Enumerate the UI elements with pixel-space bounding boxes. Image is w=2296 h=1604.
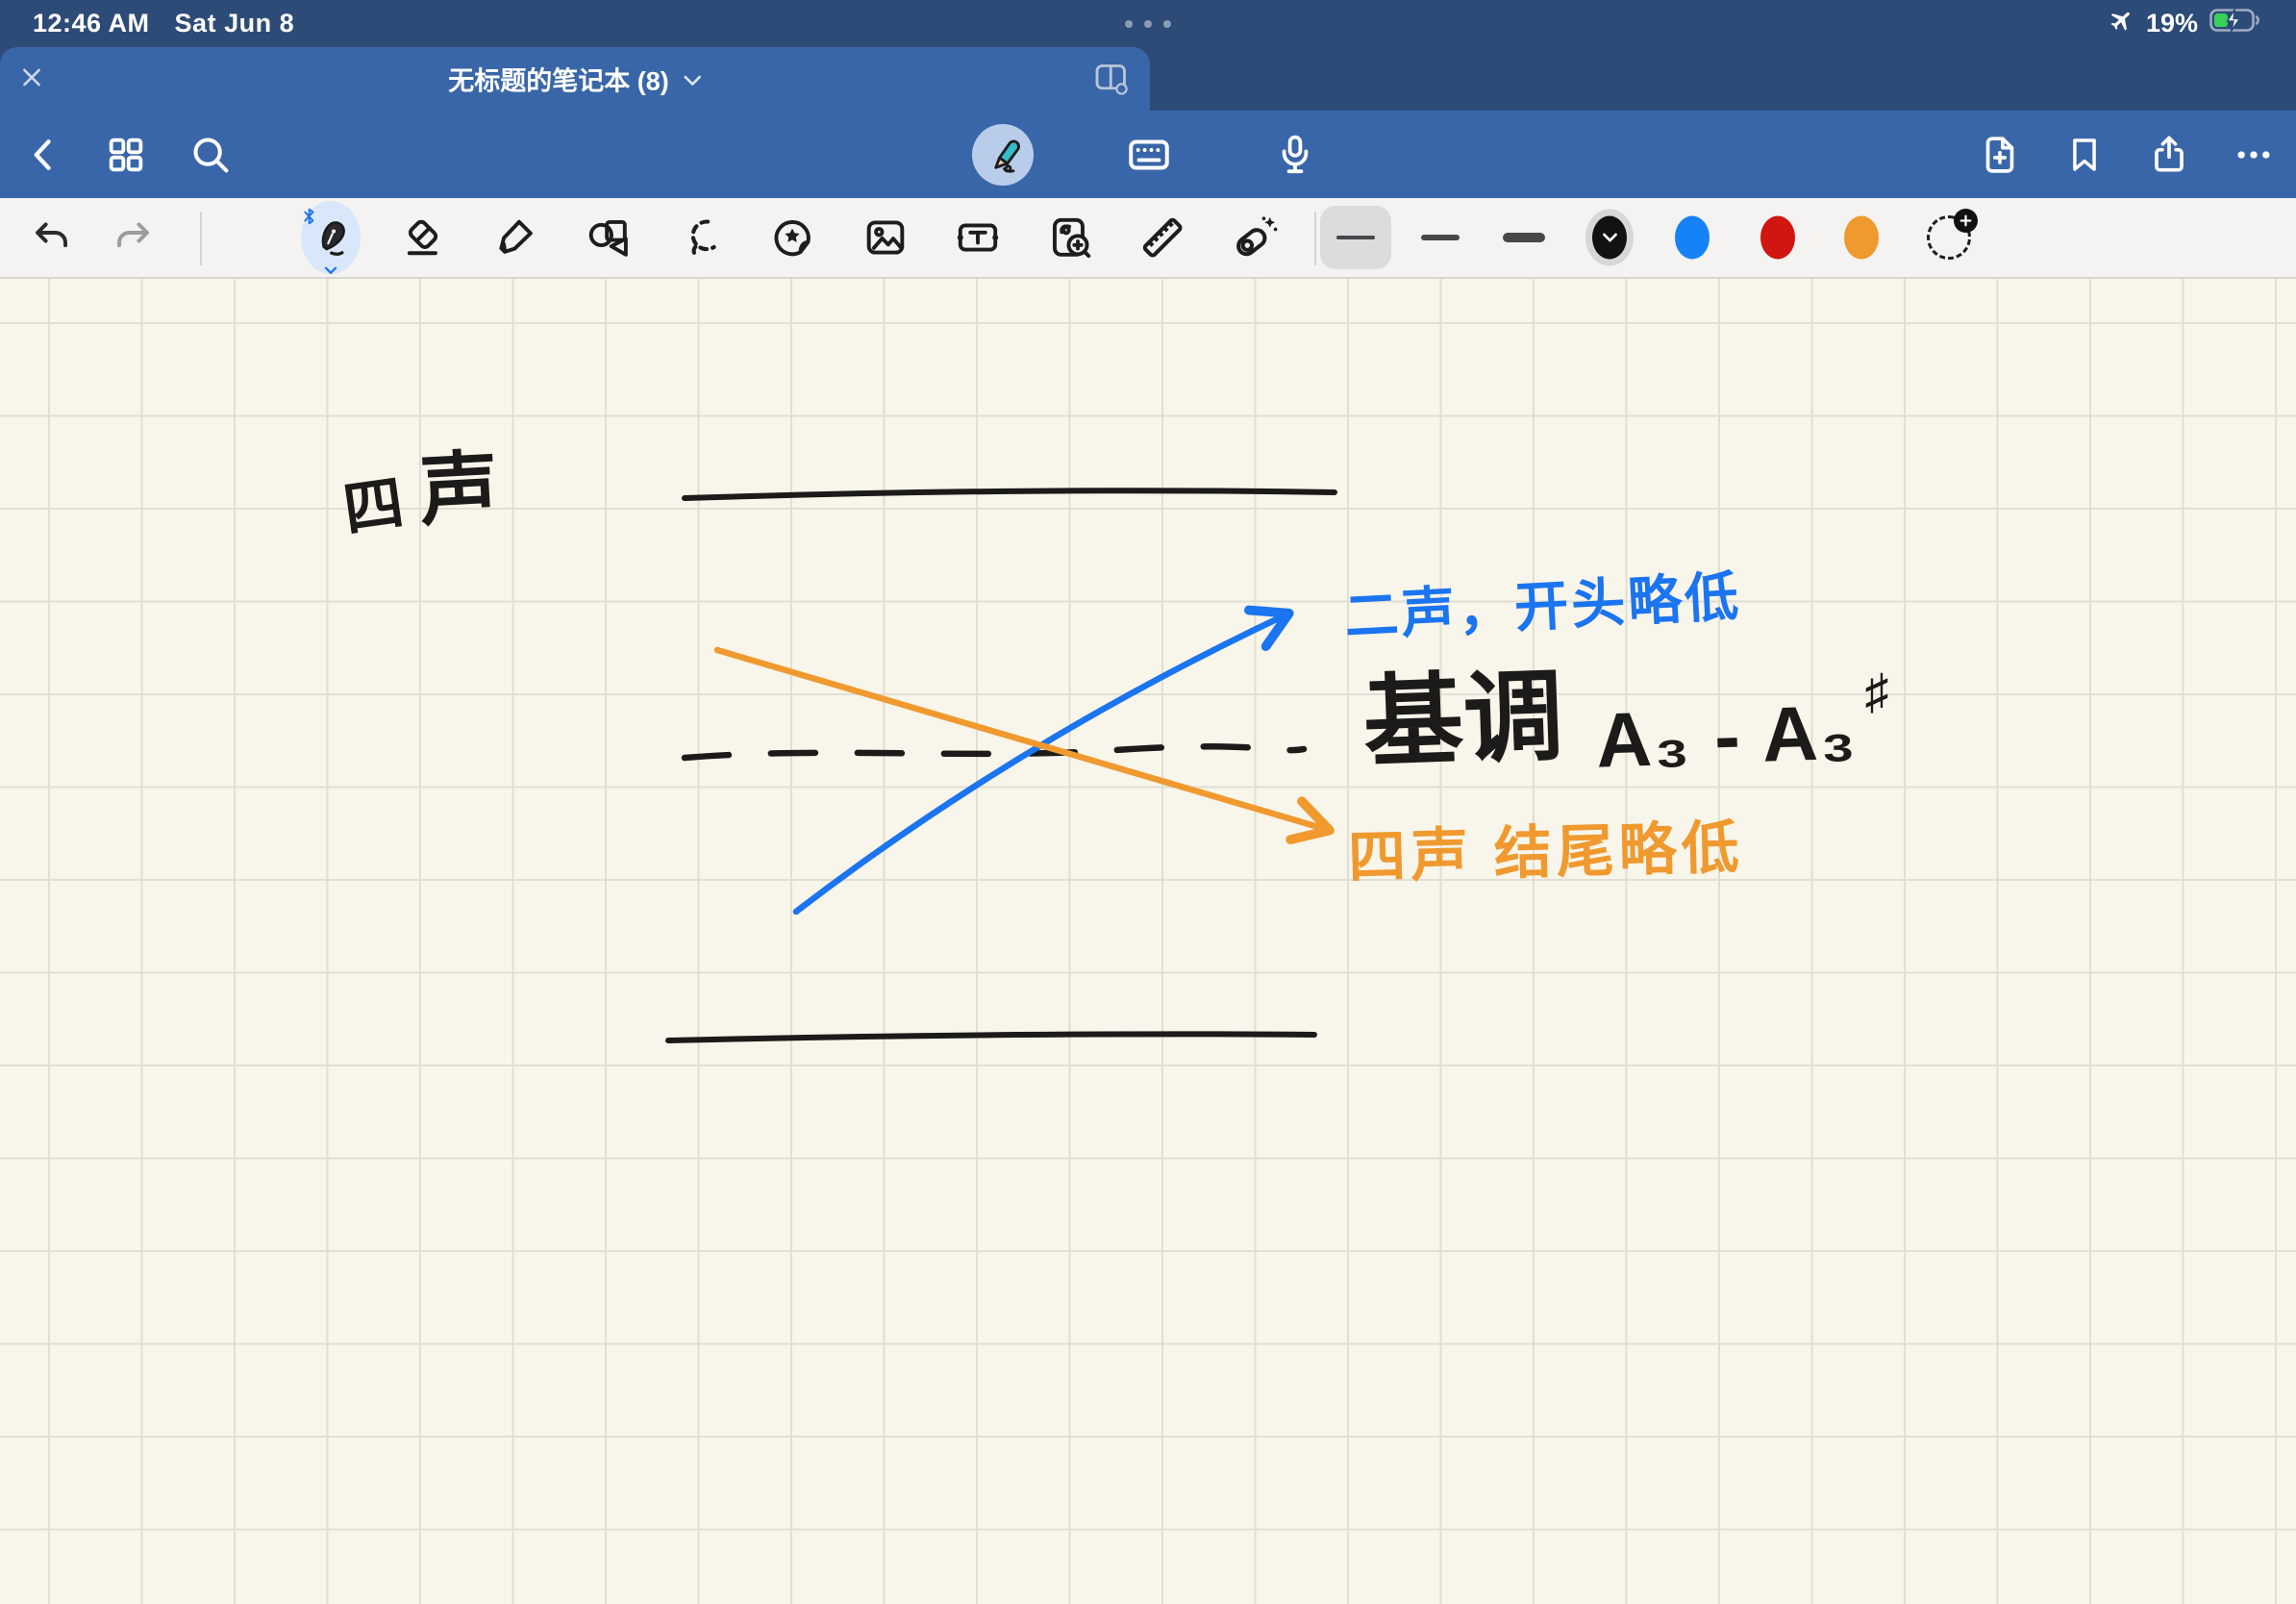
share-icon[interactable]: [2147, 133, 2191, 177]
add-page-icon[interactable]: [1978, 133, 2022, 177]
toolbar-divider: [1314, 212, 1316, 265]
redo-icon[interactable]: [110, 213, 158, 262]
note-canvas[interactable]: 四 声 二声，开头略低 基调 A₃ - A₃ ♯ 四声 结尾略低: [0, 279, 2296, 1604]
pen-mode-icon[interactable]: [972, 124, 1034, 186]
main-toolbar: [0, 111, 2296, 198]
stroke-top-line: [685, 490, 1335, 498]
status-date: Sat Jun 8: [175, 9, 295, 38]
bookmark-icon[interactable]: [2063, 134, 2106, 176]
text-tool[interactable]: [953, 213, 1003, 263]
tools-row: [0, 198, 2296, 279]
color-red[interactable]: [1760, 216, 1795, 260]
pen-options-chevron-icon: [324, 263, 338, 278]
color-blue[interactable]: [1675, 216, 1710, 260]
custom-color-picker[interactable]: [1927, 215, 1971, 260]
thickness-thin[interactable]: [1320, 206, 1391, 269]
search-icon[interactable]: [188, 133, 233, 177]
thickness-medium[interactable]: [1421, 235, 1460, 240]
add-color-plus-icon: [1954, 209, 1978, 233]
toolbar-divider: [200, 212, 202, 265]
image-tool[interactable]: [861, 213, 911, 263]
back-chevron-icon[interactable]: [23, 134, 65, 176]
more-ellipsis-icon[interactable]: [2233, 134, 2275, 176]
stroke-orange-arrow: [717, 650, 1325, 829]
color-black-selected[interactable]: [1585, 210, 1634, 266]
undo-icon[interactable]: [27, 213, 75, 262]
handwriting-pitch-note: 基调 A₃ - A₃ ♯: [1363, 665, 1889, 781]
magic-tape-tool[interactable]: [1229, 212, 1281, 263]
active-tab[interactable]: 无标题的笔记本 (8): [0, 47, 1150, 111]
elements-tool[interactable]: [1045, 213, 1095, 263]
status-bar: 12:46 AM Sat Jun 8 19%: [0, 0, 2296, 47]
bluetooth-icon: [302, 207, 316, 229]
battery-percent: 19%: [2146, 9, 2198, 38]
stroke-blue-arrow: [796, 615, 1285, 912]
sticker-tool[interactable]: [767, 213, 817, 263]
battery-charging-icon: [2209, 7, 2263, 40]
ruler-tool[interactable]: [1136, 212, 1188, 263]
notebook-title[interactable]: 无标题的笔记本 (8): [448, 61, 702, 98]
microphone-icon[interactable]: [1272, 132, 1318, 178]
highlighter-tool[interactable]: [491, 213, 539, 262]
keyboard-icon[interactable]: [1125, 131, 1173, 179]
shapes-tool[interactable]: [585, 213, 635, 263]
close-tab-icon[interactable]: [19, 65, 44, 93]
pen-tool[interactable]: [301, 201, 361, 274]
stroke-dashed-midline: [685, 746, 1304, 758]
status-time: 12:46 AM: [33, 9, 150, 38]
page-tabs-icon[interactable]: [1092, 61, 1131, 98]
notebook-title-text: 无标题的笔记本 (8): [448, 61, 669, 98]
handwriting-heading: 四 声: [338, 425, 498, 539]
eraser-tool[interactable]: [399, 213, 447, 262]
thumbnails-grid-icon[interactable]: [104, 133, 148, 177]
thickness-thick[interactable]: [1503, 233, 1545, 242]
lasso-tool[interactable]: [677, 213, 727, 263]
color-orange[interactable]: [1844, 216, 1879, 260]
tab-bar: 无标题的笔记本 (8): [0, 47, 2296, 111]
stroke-bottom-line: [668, 1034, 1314, 1040]
title-chevron-down-icon: [683, 64, 702, 94]
airplane-mode-icon: [2108, 7, 2134, 40]
handwriting-orange-note: 四声 结尾略低: [1347, 801, 1745, 895]
multitask-handle-dots[interactable]: [1125, 20, 1171, 28]
